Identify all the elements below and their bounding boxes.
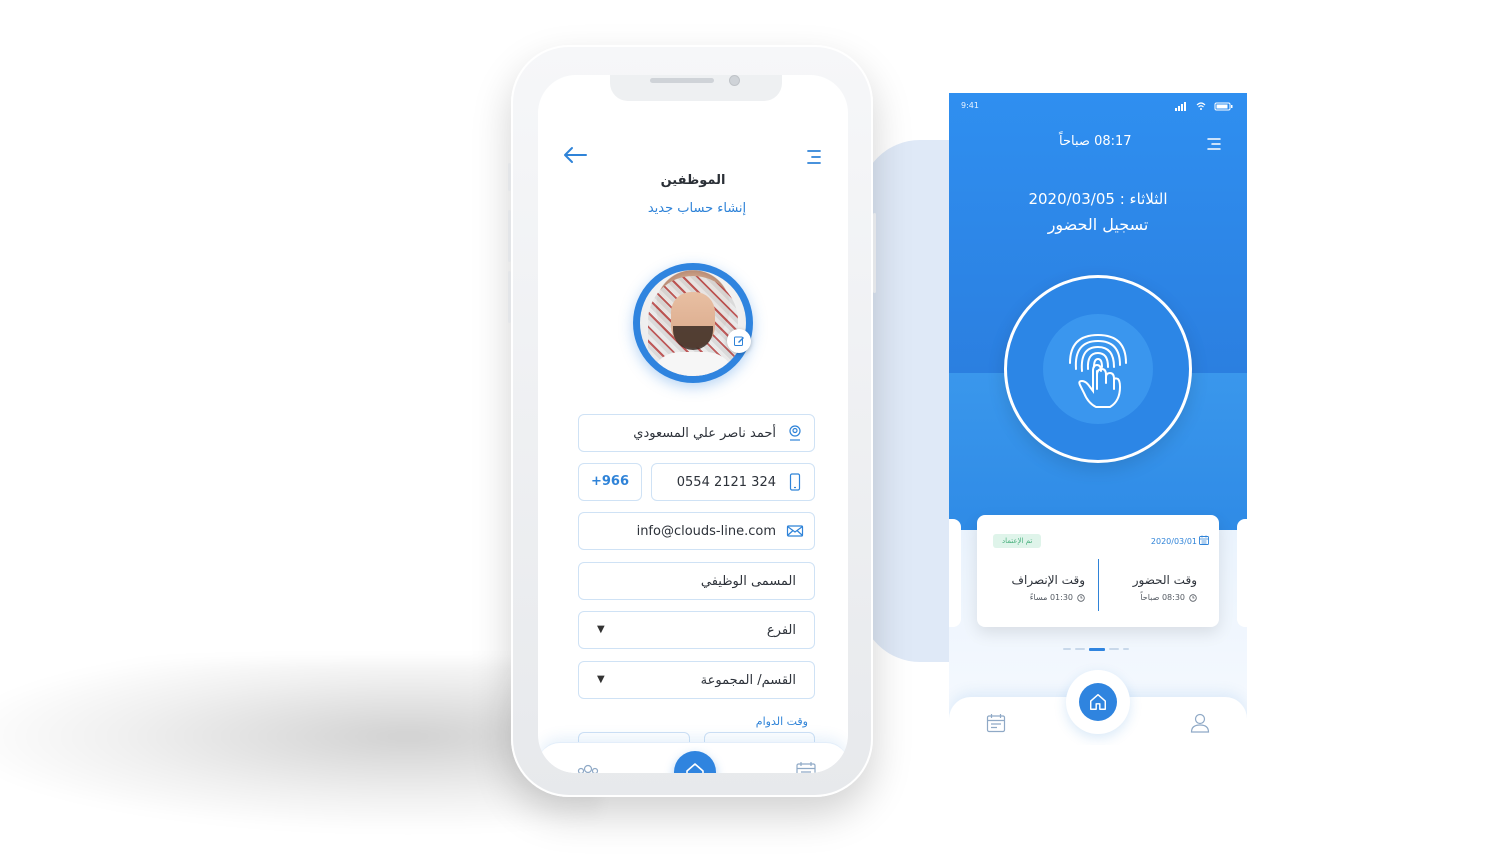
- pagination-dot[interactable]: [1075, 648, 1085, 650]
- notch: [610, 75, 782, 101]
- calendar-icon[interactable]: [986, 713, 1006, 733]
- work-time-label: وقت الدوام: [755, 715, 808, 728]
- job-title-field[interactable]: المسمى الوظيفي: [578, 562, 815, 600]
- avatar: [633, 263, 753, 383]
- phone-mockup-employees: الموظفين إنشاء حساب جديد أحمد ناصر علي ا…: [508, 45, 876, 797]
- home-button[interactable]: [1079, 683, 1117, 721]
- page-title: الموظفين: [660, 173, 726, 188]
- email-field[interactable]: info@clouds-line.com: [578, 512, 815, 550]
- status-bar-time: 9:41: [961, 101, 979, 110]
- profile-icon[interactable]: [1189, 712, 1211, 734]
- check-out-time: 01:30 مساءً: [1029, 593, 1073, 602]
- country-code-field[interactable]: +966: [578, 463, 642, 501]
- mobile-icon: [789, 473, 801, 491]
- current-time: 08:17 صباحاً: [1059, 134, 1132, 149]
- users-icon[interactable]: [576, 763, 600, 773]
- mute-switch: [508, 163, 511, 191]
- attendance-record-card[interactable]: تم الإعتماد 2020/03/01 وقت الحضور 08:30 …: [977, 515, 1219, 627]
- attendance-screen: 9:41 08:17 صباحاً الثلاثاء : 2020/03/05 …: [949, 93, 1247, 745]
- clock-icon: [1189, 594, 1197, 602]
- department-placeholder: القسم/ المجموعة: [700, 673, 796, 688]
- volume-down-button: [508, 271, 511, 323]
- phone-value: 0554 2121 324: [676, 475, 776, 490]
- avatar-photo: [640, 270, 746, 376]
- calendar-icon: [1199, 535, 1209, 545]
- speaker: [650, 78, 714, 83]
- volume-up-button: [508, 210, 511, 262]
- calendar-icon[interactable]: [795, 760, 817, 773]
- pagination-dot[interactable]: [1063, 648, 1071, 650]
- user-id-icon: [789, 425, 801, 441]
- camera: [729, 75, 740, 86]
- card-divider: [1098, 559, 1099, 611]
- job-title-placeholder: المسمى الوظيفي: [700, 574, 796, 589]
- pagination-dot[interactable]: [1123, 648, 1129, 650]
- employees-screen: الموظفين إنشاء حساب جديد أحمد ناصر علي ا…: [538, 75, 848, 773]
- fingerprint-scan-button[interactable]: [1004, 275, 1192, 463]
- name-field[interactable]: أحمد ناصر علي المسعودي: [578, 414, 815, 452]
- previous-card[interactable]: [949, 519, 961, 627]
- floor-shadow: [0, 660, 600, 830]
- email-value: info@clouds-line.com: [636, 524, 776, 539]
- pagination-dot[interactable]: [1109, 648, 1119, 650]
- branch-select[interactable]: الفرع ▼: [578, 611, 815, 649]
- status-icons: [1175, 102, 1233, 111]
- dropdown-caret-icon: ▼: [597, 674, 605, 685]
- menu-icon[interactable]: [806, 149, 822, 165]
- page-subtitle: إنشاء حساب جديد: [647, 201, 747, 216]
- next-card[interactable]: [1237, 519, 1247, 627]
- edit-icon: [734, 336, 744, 346]
- check-in-label: وقت الحضور: [1132, 573, 1197, 587]
- check-in-time: 08:30 صباحاً: [1140, 593, 1185, 602]
- menu-icon[interactable]: [1207, 137, 1221, 151]
- fingerprint-icon: [1069, 333, 1127, 408]
- carousel-pagination: [1063, 648, 1135, 652]
- record-date: 2020/03/01: [1150, 537, 1197, 546]
- dropdown-caret-icon: ▼: [597, 624, 605, 635]
- mail-icon: [786, 525, 804, 537]
- back-arrow-icon[interactable]: [562, 145, 588, 165]
- department-select[interactable]: القسم/ المجموعة ▼: [578, 661, 815, 699]
- phone-field[interactable]: 0554 2121 324: [651, 463, 815, 501]
- date-line: الثلاثاء : 2020/03/05: [1028, 190, 1168, 208]
- pagination-dot-active[interactable]: [1089, 648, 1105, 651]
- attendance-heading: تسجيل الحضور: [1047, 215, 1149, 234]
- battery-icon: [1214, 102, 1233, 111]
- wifi-icon: [1196, 102, 1206, 108]
- home-icon: [1090, 694, 1106, 710]
- home-icon: [686, 763, 704, 773]
- check-out-label: وقت الإنصراف: [1011, 573, 1085, 587]
- status-badge: تم الإعتماد: [993, 534, 1042, 548]
- branch-placeholder: الفرع: [766, 623, 796, 638]
- name-value: أحمد ناصر علي المسعودي: [633, 426, 776, 441]
- power-button: [873, 213, 876, 293]
- edit-photo-button[interactable]: [727, 329, 751, 353]
- clock-icon: [1077, 594, 1085, 602]
- signal-icon: [1175, 102, 1186, 111]
